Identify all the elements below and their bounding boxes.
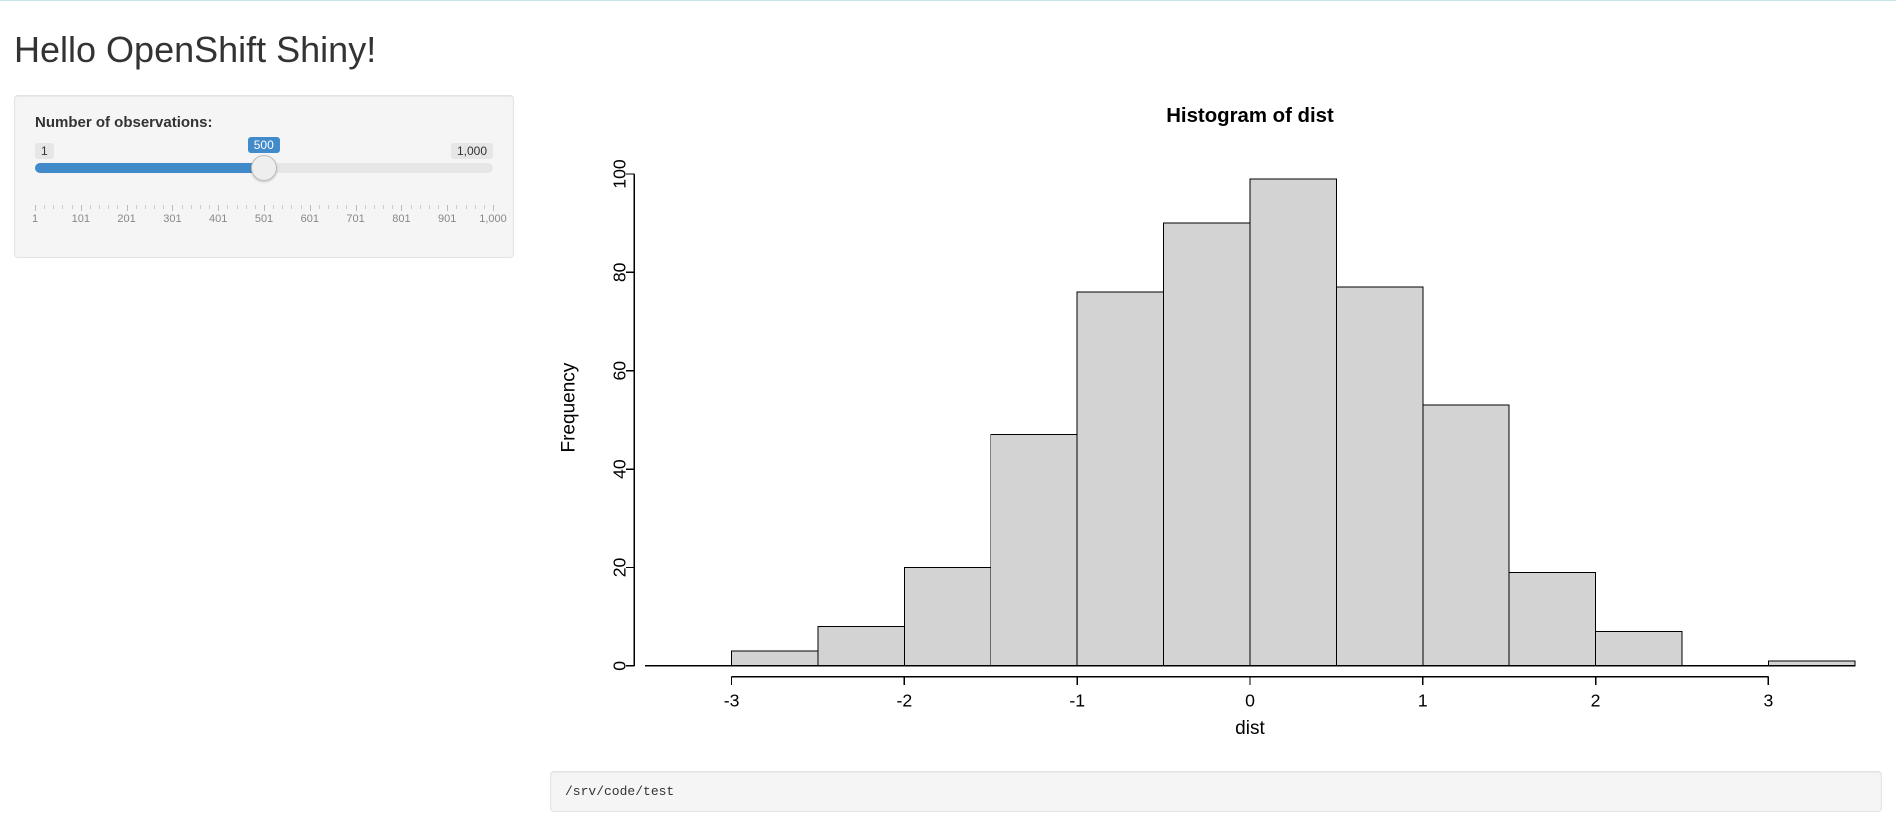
slider-tick-label: 601 (301, 213, 319, 225)
slider-tick-label: 701 (346, 213, 364, 225)
slider[interactable]: 500 (35, 163, 493, 197)
svg-text:3: 3 (1763, 691, 1773, 711)
slider-tick-label: 1,000 (479, 213, 507, 225)
svg-text:0: 0 (609, 661, 629, 671)
slider-tick-label: 501 (255, 213, 273, 225)
svg-text:0: 0 (1245, 691, 1255, 711)
svg-text:-3: -3 (724, 691, 740, 711)
slider-fill (35, 163, 264, 173)
page-title: Hello OpenShift Shiny! (14, 29, 1882, 71)
svg-text:dist: dist (1235, 718, 1265, 739)
svg-text:40: 40 (609, 459, 629, 479)
svg-text:100: 100 (609, 159, 629, 189)
sidebar-panel: Number of observations: 1 1,000 500 1 101… (14, 95, 514, 258)
slider-tick-label: 901 (438, 213, 456, 225)
svg-text:80: 80 (609, 262, 629, 282)
slider-max-label: 1,000 (451, 143, 493, 159)
histogram-plot: Histogram of dist -3 -2 -1 0 1 2 3 dist 0 20 40 60 80… (550, 95, 1882, 747)
slider-track[interactable] (35, 163, 493, 173)
slider-tick-label: 201 (117, 213, 135, 225)
slider-tick-label: 1 (32, 213, 38, 225)
slider-value-badge: 500 (248, 137, 280, 153)
svg-text:-2: -2 (897, 691, 913, 711)
slider-tick-label: 101 (72, 213, 90, 225)
svg-text:2: 2 (1591, 691, 1601, 711)
slider-well: Number of observations: 1 1,000 500 1 101… (14, 95, 514, 258)
main-panel: Histogram of dist -3 -2 -1 0 1 2 3 dist 0 20 40 60 80… (514, 95, 1882, 812)
slider-ticks: 11012013014015016017018019011,000 (35, 205, 493, 233)
verbatim-output: /srv/code/test (550, 771, 1882, 812)
slider-handle[interactable] (251, 155, 277, 181)
slider-tick-label: 301 (163, 213, 181, 225)
slider-label: Number of observations: (35, 114, 493, 131)
slider-tick-label: 401 (209, 213, 227, 225)
svg-text:20: 20 (609, 557, 629, 577)
svg-text:1: 1 (1418, 691, 1428, 711)
svg-text:60: 60 (609, 361, 629, 381)
svg-text:Histogram of dist: Histogram of dist (1166, 105, 1334, 127)
slider-tick-label: 801 (392, 213, 410, 225)
slider-min-label: 1 (35, 143, 54, 159)
svg-text:-1: -1 (1069, 691, 1085, 711)
svg-text:Frequency: Frequency (558, 362, 579, 452)
